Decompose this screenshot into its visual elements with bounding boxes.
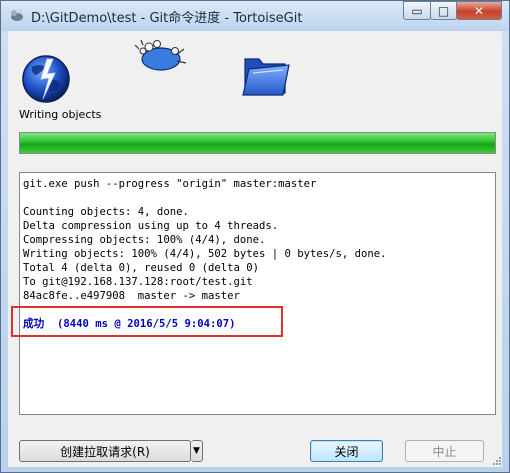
dialog-client-area: Writing objects git.exe push --progress … [8,31,502,467]
pull-request-dropdown-arrow[interactable]: ▼ [191,440,203,462]
maximize-button[interactable]: □ [430,1,457,20]
log-line: Total 4 (delta 0), reused 0 (delta 0) [23,262,259,274]
window-title: D:\GitDemo\test - Git命令进度 - TortoiseGit [31,11,303,26]
log-line: Compressing objects: 100% (4/4), done. [23,234,266,246]
progress-bar [19,132,496,154]
git-output-log[interactable]: git.exe push --progress "origin" master:… [19,172,496,415]
log-line: Counting objects: 4, done. [23,206,189,218]
result-highlight-box [11,306,283,337]
tortoisegit-app-icon [11,9,23,21]
folder-icon [242,58,290,96]
log-line: To git@192.168.137.128:root/test.git [23,276,253,288]
globe-icon [22,55,70,103]
resize-grip-icon[interactable] [492,456,502,466]
log-line: 84ac8fe..e497908 master -> master [23,290,240,302]
log-line: Delta compression using up to 4 threads. [23,220,279,232]
minimize-button[interactable]: ▭ [403,1,431,20]
tortoisegit-progress-window: D:\GitDemo\test - Git命令进度 - TortoiseGit … [0,0,510,473]
close-button[interactable]: 关闭 [310,440,383,462]
progress-bar-fill [20,133,495,153]
log-line: git.exe push --progress "origin" master:… [23,178,317,190]
create-pull-request-button[interactable]: 创建拉取请求(R) [19,440,191,462]
stop-button: 中止 [405,440,484,462]
close-window-button[interactable]: ✕ [456,1,502,20]
log-line: Writing objects: 100% (4/4), 502 bytes |… [23,248,387,260]
status-label: Writing objects [19,108,102,121]
title-bar[interactable]: D:\GitDemo\test - Git命令进度 - TortoiseGit … [1,1,509,31]
sheep-icon [134,39,187,71]
